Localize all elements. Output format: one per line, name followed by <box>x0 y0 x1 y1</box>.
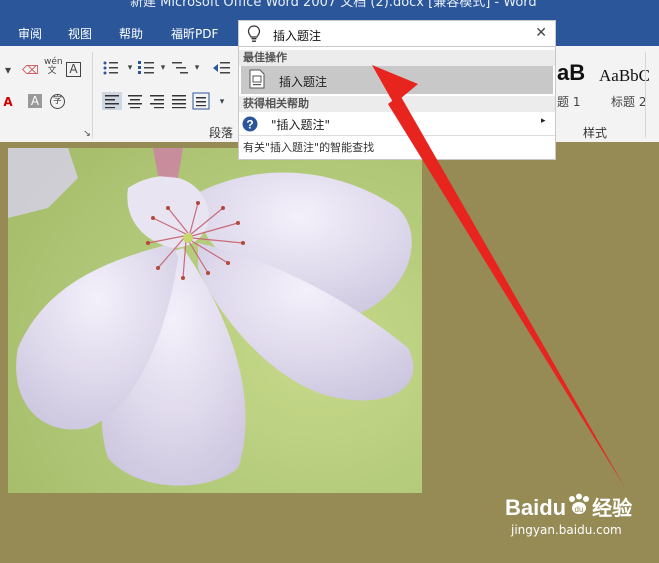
paw-icon: du <box>569 493 590 514</box>
baidu-watermark: Baidu du 经验 jingyan.baidu.com <box>505 492 632 537</box>
annotation-arrow <box>372 65 624 486</box>
watermark-url: jingyan.baidu.com <box>511 523 622 537</box>
svg-text:du: du <box>575 505 584 514</box>
watermark-brand-cn: 经验 <box>592 496 633 520</box>
watermark-brand: Baidu <box>505 495 567 520</box>
